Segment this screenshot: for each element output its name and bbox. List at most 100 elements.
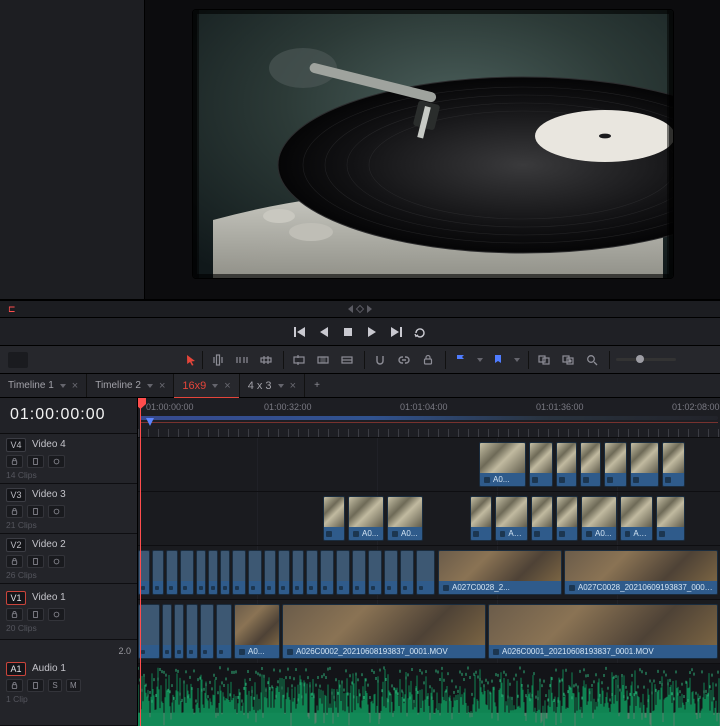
track-enable-button[interactable] (48, 505, 65, 518)
auto-select-button[interactable] (27, 555, 44, 568)
scrub-keyframe-icon[interactable] (356, 305, 364, 313)
video-clip[interactable] (323, 496, 345, 541)
track-lane-v3[interactable]: A0...A0...A0...A0...A0... (138, 492, 720, 546)
track-lane-a1[interactable] (138, 664, 720, 726)
video-clip[interactable] (470, 496, 492, 541)
link-toggle[interactable] (395, 351, 413, 369)
track-lane-v2[interactable]: A027C0028_2...A027C0028_20210609193837_0… (138, 546, 720, 600)
tab-timeline-1[interactable]: Timeline 1 × (0, 374, 87, 397)
close-icon[interactable]: × (72, 380, 78, 392)
video-clip[interactable]: A027C0028_20210609193837_0001... (564, 550, 718, 595)
video-clip[interactable] (368, 550, 382, 595)
video-clip[interactable] (630, 442, 659, 487)
video-clip[interactable] (174, 604, 184, 659)
toolbar-left-toggle[interactable] (8, 352, 28, 368)
video-clip[interactable] (216, 604, 232, 659)
next-clip-button[interactable] (389, 325, 403, 339)
dynamic-trim-tool[interactable] (233, 351, 251, 369)
flag-button[interactable] (452, 351, 470, 369)
tab-ratio-16x9[interactable]: 16x9 × (174, 374, 239, 397)
video-clip[interactable]: A027C0028_2... (438, 550, 562, 595)
viewer-scrub-bar[interactable]: ⊏ (0, 300, 720, 318)
zoom-slider[interactable] (616, 358, 676, 361)
close-icon[interactable]: × (290, 380, 296, 392)
video-clip[interactable] (580, 442, 601, 487)
video-clip[interactable] (556, 496, 578, 541)
track-enable-button[interactable] (48, 608, 65, 621)
track-header-v3[interactable]: V3Video 3 21 Clips (0, 484, 137, 534)
overwrite-clip-button[interactable] (314, 351, 332, 369)
video-clip[interactable] (292, 550, 304, 595)
video-clip[interactable] (220, 550, 230, 595)
snap-toggle[interactable] (371, 351, 389, 369)
loop-button[interactable] (413, 325, 427, 339)
auto-select-button[interactable] (27, 608, 44, 621)
video-clip[interactable]: A0... (495, 496, 528, 541)
auto-select-button[interactable] (27, 505, 44, 518)
video-clip[interactable]: A026C0002_20210608193837_0001.MOV (282, 604, 486, 659)
play-reverse-button[interactable] (317, 325, 331, 339)
track-lane-v4[interactable]: A0... (138, 438, 720, 492)
track-lane-v1[interactable]: A0...A026C0002_20210608193837_0001.MOVA0… (138, 600, 720, 664)
track-header-v2[interactable]: V2Video 2 26 Clips (0, 534, 137, 584)
video-clip[interactable] (384, 550, 398, 595)
dup-tool-b[interactable] (559, 351, 577, 369)
video-clip[interactable] (232, 550, 246, 595)
track-enable-button[interactable] (48, 455, 65, 468)
video-clip[interactable] (278, 550, 290, 595)
tab-timeline-2[interactable]: Timeline 2 × (87, 374, 174, 397)
dup-tool-a[interactable] (535, 351, 553, 369)
video-clip[interactable] (152, 550, 164, 595)
timeline-ruler[interactable]: 01:00:00:0001:00:32:0001:01:04:0001:01:3… (138, 398, 720, 438)
search-tool[interactable] (583, 351, 601, 369)
ruler-scrub-bar[interactable] (140, 416, 718, 420)
close-icon[interactable]: × (224, 380, 230, 392)
video-clip[interactable] (416, 550, 435, 595)
solo-button[interactable]: S (48, 679, 62, 692)
video-clip[interactable] (336, 550, 350, 595)
video-clip[interactable] (166, 550, 178, 595)
track-header-v1[interactable]: V1Video 1 20 Clips (0, 584, 137, 640)
prev-clip-button[interactable] (293, 325, 307, 339)
insert-clip-button[interactable] (290, 351, 308, 369)
video-clip[interactable] (200, 604, 214, 659)
tab-ratio-4x3[interactable]: 4 x 3 × (240, 374, 305, 397)
replace-clip-button[interactable] (338, 351, 356, 369)
add-tab-button[interactable]: + (305, 374, 329, 397)
video-clip[interactable]: A0... (620, 496, 653, 541)
selection-tool[interactable] (182, 351, 200, 369)
play-button[interactable] (365, 325, 379, 339)
track-lock-button[interactable] (6, 555, 23, 568)
video-clip[interactable] (162, 604, 172, 659)
stop-button[interactable] (341, 325, 355, 339)
track-lock-button[interactable] (6, 505, 23, 518)
preview-monitor[interactable] (193, 10, 673, 278)
video-clip[interactable]: A0... (387, 496, 423, 541)
video-clip[interactable] (320, 550, 334, 595)
video-clip[interactable] (138, 604, 160, 659)
video-clip[interactable] (180, 550, 194, 595)
video-clip[interactable] (531, 496, 553, 541)
video-clip[interactable] (306, 550, 318, 595)
video-clip[interactable] (352, 550, 366, 595)
video-clip[interactable] (264, 550, 276, 595)
track-enable-button[interactable] (48, 555, 65, 568)
track-lock-button[interactable] (6, 455, 23, 468)
video-clip[interactable] (529, 442, 553, 487)
track-lock-button[interactable] (6, 679, 23, 692)
video-clip[interactable] (400, 550, 414, 595)
video-clip[interactable] (662, 442, 685, 487)
track-lock-button[interactable] (6, 608, 23, 621)
video-clip[interactable] (248, 550, 262, 595)
mute-button[interactable]: M (66, 679, 81, 692)
video-clip[interactable] (186, 604, 198, 659)
video-clip[interactable] (656, 496, 685, 541)
close-icon[interactable]: × (159, 380, 165, 392)
video-clip[interactable]: A0... (581, 496, 617, 541)
video-clip[interactable] (604, 442, 627, 487)
playhead[interactable] (140, 398, 141, 726)
auto-select-button[interactable] (27, 679, 44, 692)
video-clip[interactable]: A0... (234, 604, 280, 659)
video-clip[interactable] (208, 550, 218, 595)
video-clip[interactable]: A0... (348, 496, 384, 541)
